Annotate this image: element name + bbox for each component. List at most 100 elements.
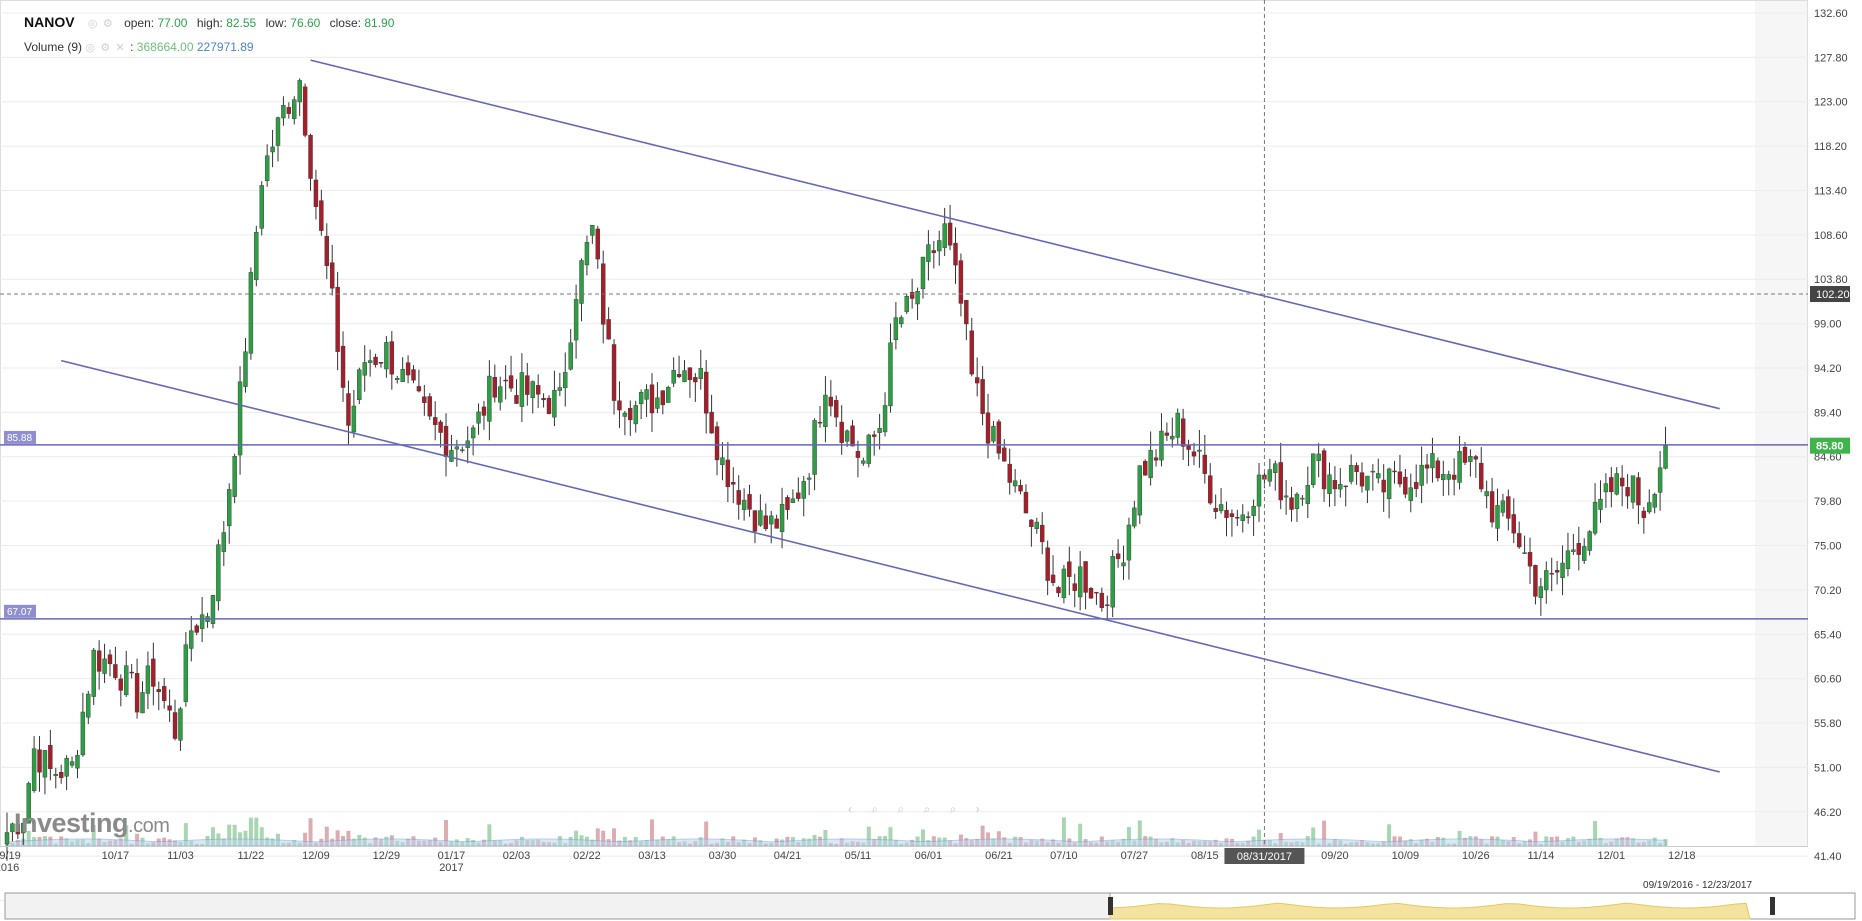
candle-body [498,386,503,403]
candle-body [535,385,541,395]
candle-body [443,425,449,457]
drawing-overlay: 85.88 67.07 [0,0,1808,846]
candle-body [416,386,422,392]
candle-body [796,492,801,499]
candle-body [828,396,834,407]
candle-body [817,421,823,424]
candle-body [432,417,438,425]
candle-body [281,105,286,119]
candle-series [4,78,1668,861]
candle-body [178,708,183,741]
candle-body [340,345,346,388]
candle-body [1175,412,1180,438]
candle-body [31,748,37,791]
candle-body [1544,570,1549,591]
candle-body [308,134,313,179]
candle-body [129,671,134,674]
candle-body [140,692,145,714]
candle-body [1067,561,1072,577]
candle-body [492,377,497,398]
zoom-reset-icon[interactable]: ⌕ [897,802,904,816]
settings-icon[interactable]: ⚙ [103,18,113,30]
y-tick-label: 118.20 [1814,141,1847,153]
x-tick-label: 03/13 [638,850,666,862]
open-value: 77.00 [157,16,188,30]
candle-body [1533,564,1538,597]
settings-icon[interactable]: ⚙ [100,42,110,54]
candle-body [124,665,129,696]
candle-body [769,515,774,525]
candle-body [1587,531,1592,551]
zoom-fit-icon[interactable]: ⌕ [950,802,957,816]
candle-body [1527,552,1533,567]
candle-body [649,384,655,414]
candle-body [1256,474,1262,507]
low-value: 76.60 [290,16,321,30]
candle-body [292,99,297,120]
candle-body [503,379,508,382]
candle-body [389,341,395,375]
navigator-bar[interactable]: 09/19/2016 - 12/23/2017 [4,880,1856,920]
candle-body [638,392,644,405]
candle-body [80,711,86,756]
candle-body [232,456,237,497]
candle-body [508,375,514,389]
volume-value-b: 227971.89 [196,40,254,54]
zoom-in-icon[interactable]: ⌕ [924,802,931,816]
candle-body [1647,502,1652,513]
y-tick-label: 75.00 [1814,541,1842,553]
candle-body [617,400,622,411]
eye-icon[interactable]: ◎ [88,18,98,30]
candle-body [275,117,281,146]
close-icon[interactable]: ✕ [116,42,125,54]
candle-body [1311,453,1316,485]
x-tick-label: 12/01 [1598,850,1626,862]
candle-body [915,291,920,305]
candle-body [1657,467,1663,493]
candle-body [134,673,140,713]
candle-body [991,426,996,442]
candle-body [156,689,161,693]
candle-body [801,481,806,499]
x-tick-label: 06/21 [985,850,1013,862]
candle-body [741,499,747,510]
candle-body [481,406,487,416]
zoom-out-icon[interactable]: ⌕ [871,802,878,816]
eye-icon[interactable]: ◎ [85,42,95,54]
candle-body [714,426,720,461]
candle-body [525,375,530,395]
y-tick-label: 123.00 [1814,97,1848,109]
candle-body [1170,435,1175,440]
candle-body [693,377,698,383]
candle-body [1430,453,1435,469]
candle-body [861,460,866,464]
candle-body [655,397,660,409]
candle-body [183,644,189,702]
candle-body [1327,474,1332,494]
candle-body [1153,457,1159,461]
candle-body [1451,474,1457,480]
candle-body [969,330,974,375]
candle-body [1359,472,1365,487]
candle-body [1603,483,1609,493]
x-tick-label: 12/29 [373,850,401,862]
high-label: high: [196,16,223,30]
candle-body [1598,498,1603,510]
candle-body [877,428,882,433]
arrow-left-icon[interactable]: ‹ [848,802,852,816]
x-tick-label: 12/09 [302,850,330,862]
price-chart[interactable]: 85.88 67.07 132.60 127.80 123.00 118.20 113.4… [0,0,1862,921]
candle-body [568,342,573,370]
candle-body [758,510,763,526]
arrow-right-icon[interactable]: › [976,802,980,816]
candle-body [590,225,595,236]
candle-body [980,379,985,414]
candle-body [1663,445,1668,469]
candle-body [1522,552,1527,554]
candle-body [904,296,909,313]
candle-body [449,450,454,462]
candle-body [1565,550,1571,569]
candle-body [1441,474,1446,481]
y-tick-label: 113.40 [1814,185,1847,197]
candle-body [1029,519,1034,527]
